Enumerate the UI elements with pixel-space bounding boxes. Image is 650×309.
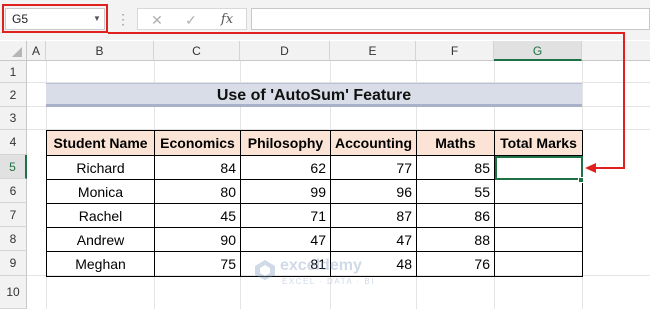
watermark: exceldemy EXCEL · DATA · BI	[254, 255, 414, 295]
watermark-name: exceldemy	[280, 257, 362, 274]
watermark-tagline: EXCEL · DATA · BI	[282, 277, 375, 286]
exceldemy-logo-icon	[255, 260, 275, 280]
